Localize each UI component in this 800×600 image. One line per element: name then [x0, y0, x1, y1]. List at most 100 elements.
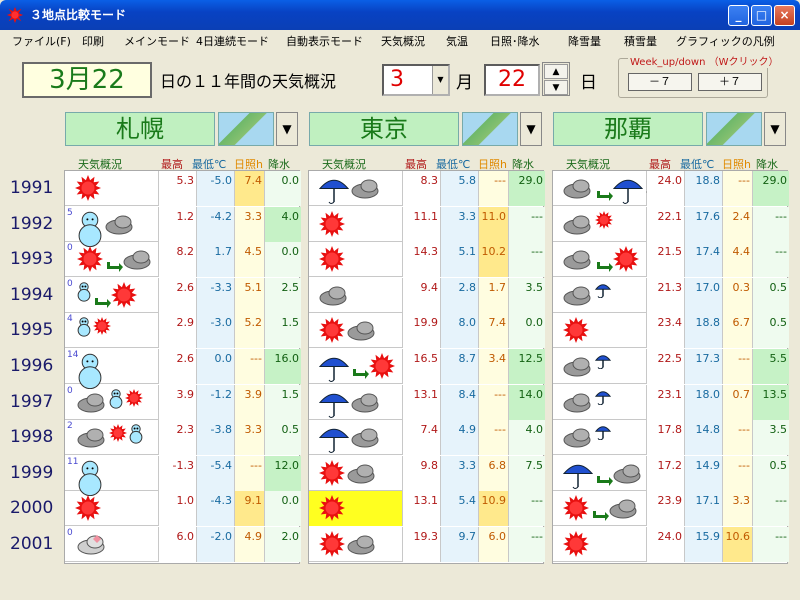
sunshine-cell: 4.9	[235, 527, 265, 562]
menu-weather-summary[interactable]: 天気概況	[381, 33, 425, 49]
menu-sunshine-rain[interactable]: 日照･降水	[490, 33, 540, 49]
table-row[interactable]: 5.3 -5.0 7.4 0.0	[65, 171, 301, 206]
high-temp-cell: 23.4	[647, 313, 685, 348]
low-temp-cell: -3.8	[197, 420, 235, 455]
sunshine-cell: 10.9	[479, 491, 509, 526]
table-row[interactable]: 13.1 5.4 10.9 ---	[309, 491, 545, 526]
table-row[interactable]: 2 2.3 -3.8 3.3 0.5	[65, 420, 301, 455]
title-bar[interactable]: ３地点比較モード _ □ ×	[0, 0, 800, 30]
table-row[interactable]: 23.1 18.0 0.7 13.5	[553, 385, 789, 420]
city-name-0: 札幌	[65, 112, 215, 146]
rain-cell: 29.0	[509, 171, 545, 206]
table-row[interactable]: 13.1 8.4 --- 14.0	[309, 385, 545, 420]
snow-depth-label: 0	[67, 243, 73, 253]
menu-print[interactable]: 印刷	[82, 33, 104, 49]
menu-graphic-legend[interactable]: グラフィックの凡例	[676, 33, 775, 49]
snow-depth-label: 4	[67, 314, 73, 324]
condition-cell	[309, 420, 403, 455]
condition-cell	[553, 456, 647, 491]
high-temp-cell: 5.3	[159, 171, 197, 206]
table-row[interactable]: 19.3 9.7 6.0 ---	[309, 527, 545, 562]
city-table-2: 24.0 18.8 --- 29.0 22.1 17.6 2.4 --- 21.5 17.4 4.4…	[552, 170, 789, 564]
menu-main-mode[interactable]: メインモード	[124, 33, 190, 49]
table-row[interactable]: 19.9 8.0 7.4 0.0	[309, 313, 545, 348]
menu-file[interactable]: ファイル(F)	[12, 33, 71, 49]
high-temp-cell: 21.3	[647, 278, 685, 313]
low-temp-cell: 5.1	[441, 242, 479, 277]
menu-temperature[interactable]: 気温	[446, 33, 468, 49]
spin-down-icon[interactable]: ▼	[544, 80, 568, 95]
sun-icon	[613, 246, 639, 272]
close-button[interactable]: ×	[774, 5, 795, 26]
condition-cell: 0	[65, 527, 159, 562]
table-row[interactable]: 14 2.6 0.0 --- 16.0	[65, 349, 301, 390]
cloud-icon	[347, 321, 375, 341]
table-row[interactable]: 0 8.2 1.7 4.5 0.0	[65, 242, 301, 277]
cloud-icon	[563, 428, 591, 448]
month-select[interactable]: 3 ▼	[382, 64, 450, 96]
rain-cell: 3.5	[509, 278, 545, 313]
menu-4day-mode[interactable]: 4日連続モード	[196, 33, 269, 49]
condition-cell	[553, 385, 647, 420]
table-row[interactable]: 14.3 5.1 10.2 ---	[309, 242, 545, 277]
table-row[interactable]: 23.4 18.8 6.7 0.5	[553, 313, 789, 348]
table-row[interactable]: 22.5 17.3 --- 5.5	[553, 349, 789, 384]
table-row[interactable]: 1.0 -4.3 9.1 0.0	[65, 491, 301, 526]
table-row[interactable]: 17.8 14.8 --- 3.5	[553, 420, 789, 455]
rain-cell: 12.5	[509, 349, 545, 384]
rain-cell: ---	[509, 207, 545, 242]
city-dropdown-chevron-icon[interactable]: ▼	[276, 112, 298, 146]
table-row[interactable]: 21.3 17.0 0.3 0.5	[553, 278, 789, 313]
rain-cell: 2.0	[265, 527, 301, 562]
table-row[interactable]: 7.4 4.9 --- 4.0	[309, 420, 545, 455]
table-row[interactable]: 23.9 17.1 3.3 ---	[553, 491, 789, 526]
spin-up-icon[interactable]: ▲	[544, 64, 568, 79]
condition-cell: 0	[65, 385, 159, 420]
condition-cell	[553, 527, 647, 562]
cloud-icon	[77, 428, 105, 448]
low-temp-cell: 5.8	[441, 171, 479, 206]
table-row[interactable]: 9.4 2.8 1.7 3.5	[309, 278, 545, 313]
table-row[interactable]: 11.1 3.3 11.0 ---	[309, 207, 545, 242]
sunshine-cell: 6.0	[479, 527, 509, 562]
high-temp-cell: 13.1	[403, 385, 441, 420]
table-row[interactable]: 0 3.9 -1.2 3.9 1.5	[65, 385, 301, 420]
table-row[interactable]: 17.2 14.9 --- 0.5	[553, 456, 789, 491]
sunshine-cell: 3.3	[235, 420, 265, 455]
menu-snowfall[interactable]: 降雪量	[568, 33, 601, 49]
condition-cell: 5	[65, 207, 159, 248]
week-minus-button[interactable]: －７	[628, 73, 692, 91]
sunshine-cell: 4.4	[723, 242, 753, 277]
table-row[interactable]: 16.5 8.7 3.4 12.5	[309, 349, 545, 384]
chevron-down-icon[interactable]: ▼	[432, 66, 448, 94]
minimize-button[interactable]: _	[728, 5, 749, 26]
table-row[interactable]: 24.0 18.8 --- 29.0	[553, 171, 789, 206]
day-input[interactable]: 22	[484, 64, 540, 96]
umbrella-icon	[319, 357, 349, 382]
low-temp-cell: 15.9	[685, 527, 723, 562]
table-row[interactable]: 0 2.6 -3.3 5.1 2.5	[65, 278, 301, 313]
day-unit-label: 日	[580, 73, 597, 93]
table-row[interactable]: 22.1 17.6 2.4 ---	[553, 207, 789, 242]
table-row[interactable]: 9.8 3.3 6.8 7.5	[309, 456, 545, 491]
rain-cell: ---	[753, 207, 789, 242]
city-table-0: 5.3 -5.0 7.4 0.0 5 1.2 -4.2 3.3 4.0 0 8.2 1.7 4.5 0.0…	[64, 170, 301, 564]
high-temp-cell: -1.3	[159, 456, 197, 491]
city-dropdown-chevron-icon[interactable]: ▼	[520, 112, 542, 146]
menu-auto-mode[interactable]: 自動表示モード	[286, 33, 363, 49]
rain-cell: 0.0	[265, 242, 301, 277]
week-plus-button[interactable]: ＋７	[698, 73, 762, 91]
table-row[interactable]: 8.3 5.8 --- 29.0	[309, 171, 545, 206]
table-row[interactable]: 21.5 17.4 4.4 ---	[553, 242, 789, 277]
table-row[interactable]: 4 2.9 -3.0 5.2 1.5	[65, 313, 301, 348]
sunshine-cell: 5.2	[235, 313, 265, 348]
table-row[interactable]: 5 1.2 -4.2 3.3 4.0	[65, 207, 301, 248]
table-row[interactable]: 24.0 15.9 10.6 ---	[553, 527, 789, 562]
table-row[interactable]: 11 -1.3 -5.4 --- 12.0	[65, 456, 301, 497]
maximize-button[interactable]: □	[751, 5, 772, 26]
city-dropdown-chevron-icon[interactable]: ▼	[764, 112, 786, 146]
condition-cell	[309, 207, 403, 242]
table-row[interactable]: 0 6.0 -2.0 4.9 2.0	[65, 527, 301, 562]
sunshine-cell: ---	[479, 385, 509, 420]
menu-snow-depth[interactable]: 積雪量	[624, 33, 657, 49]
